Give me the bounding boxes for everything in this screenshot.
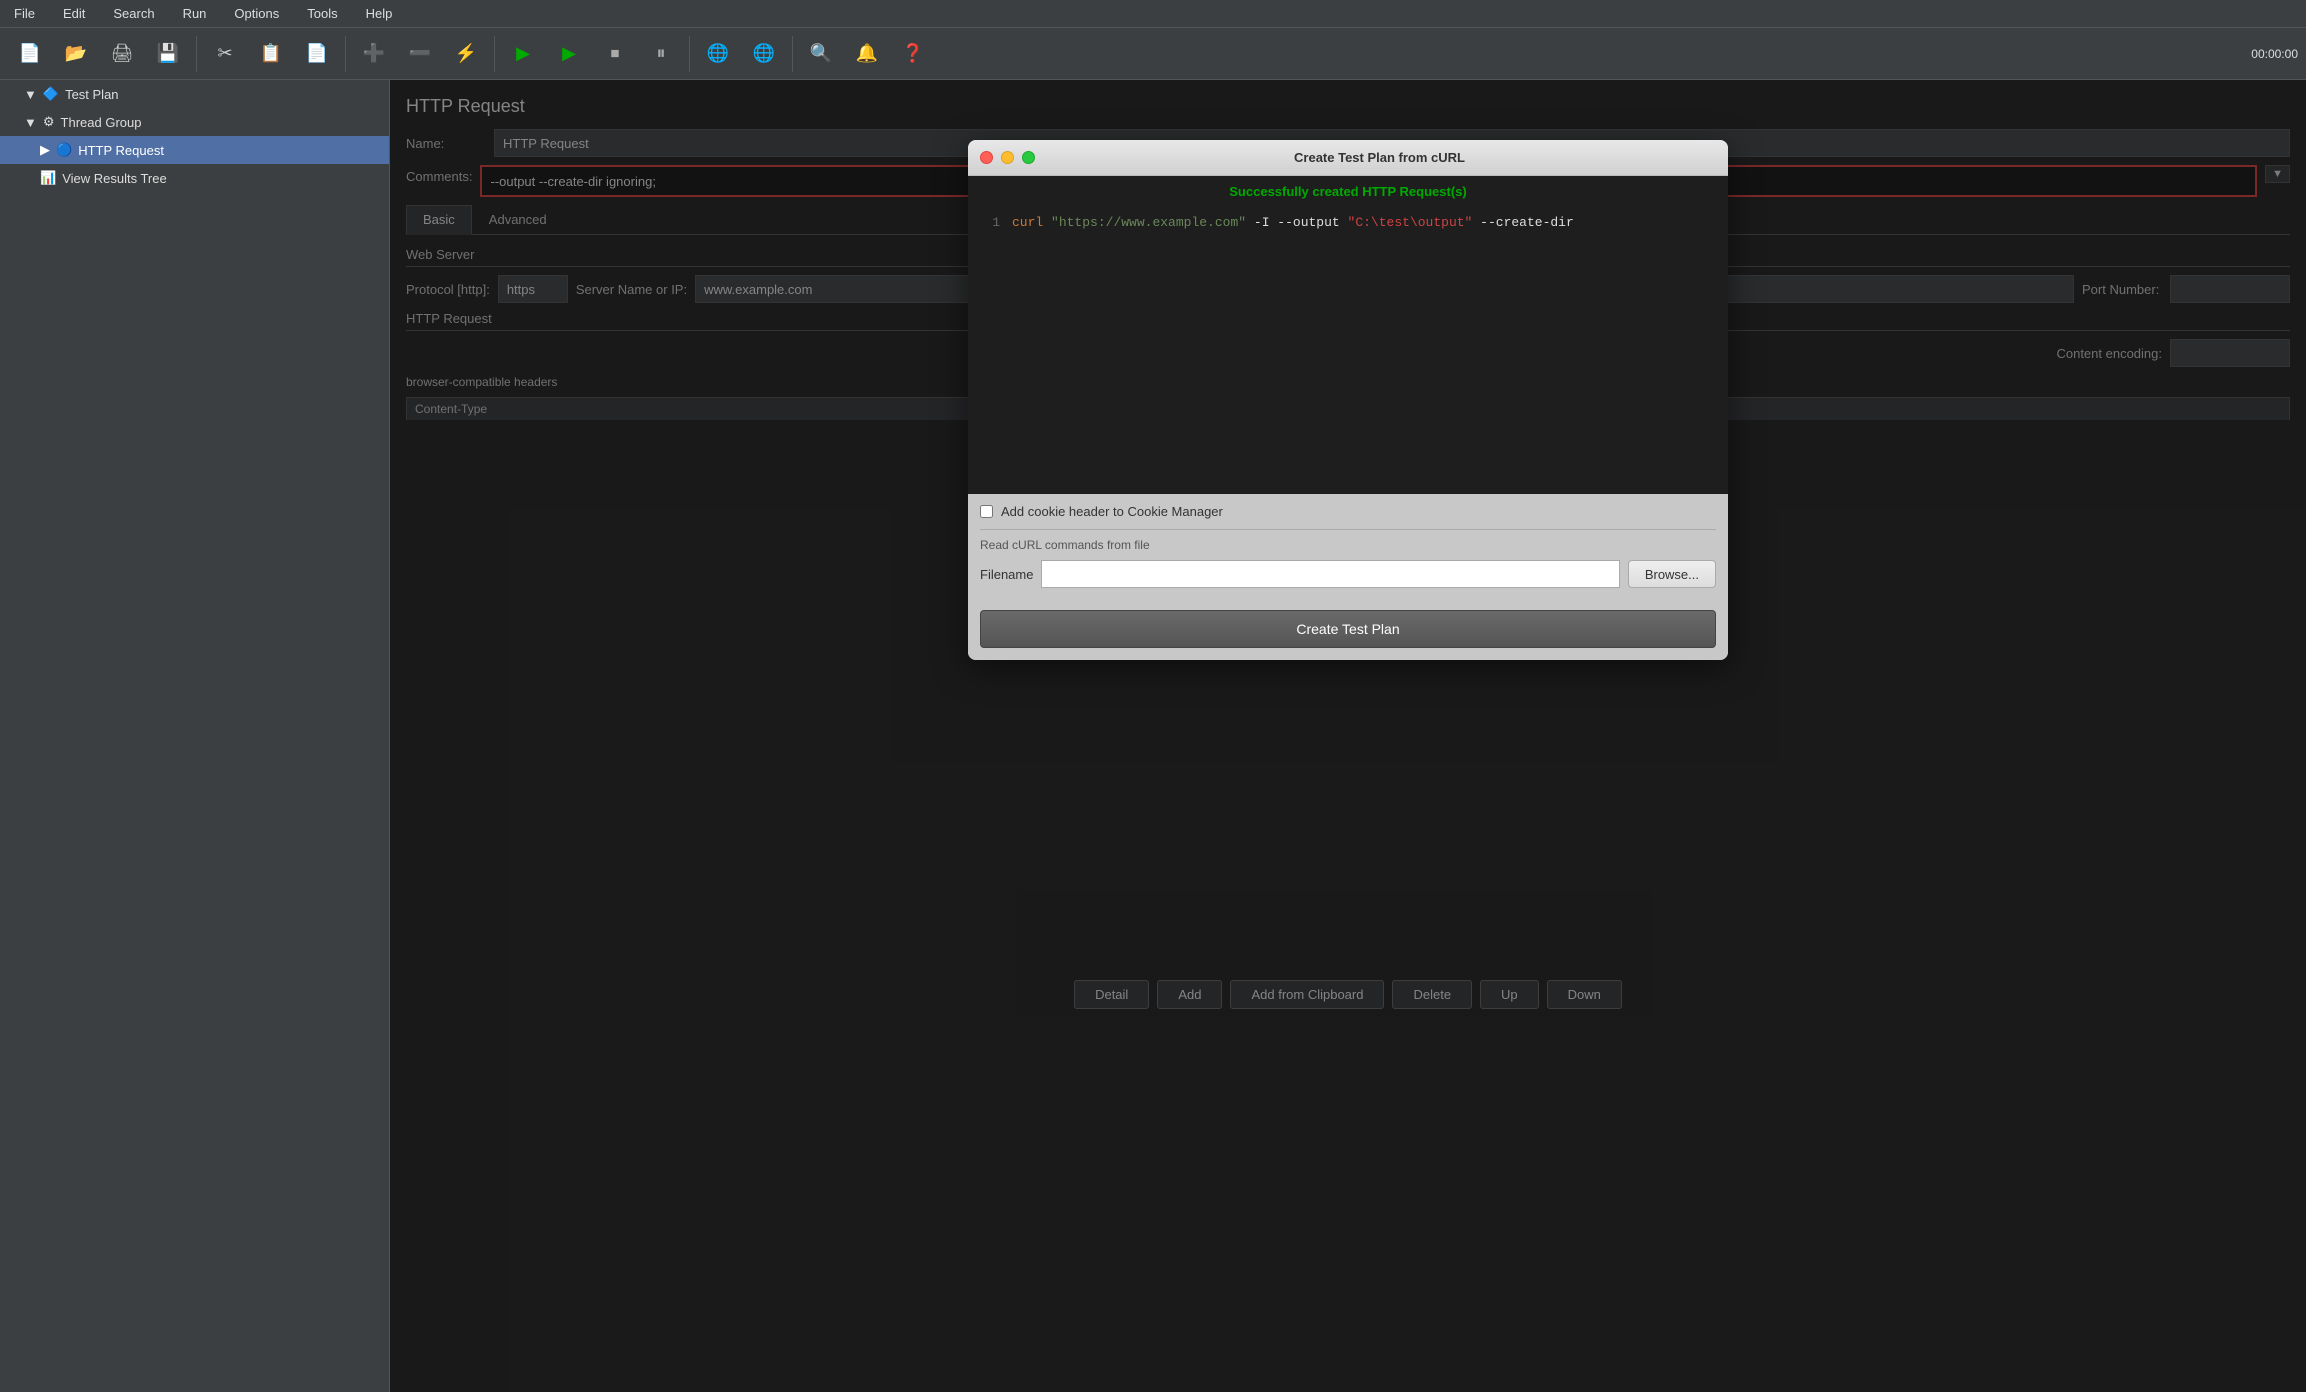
toolbar-time: 00:00:00 [2251,47,2298,61]
code-string: "C:\test\output" [1348,215,1473,230]
sidebar-item-httprequest[interactable]: ▶ 🔵 HTTP Request [0,136,389,164]
toolbar-clear[interactable]: 🔔 [845,32,889,76]
toolbar: 📄 📂 🖨 💾 ✂ 📋 📄 ➕ ➖ ⚡ ▶ ▶ ⏹ ⏸ 🌐 🌐 🔍 🔔 ❓ 00… [0,28,2306,80]
file-section: Read cURL commands from file Filename Br… [968,529,1728,598]
toolbar-new[interactable]: 📄 [8,32,52,76]
code-curl-keyword: curl [1012,215,1043,230]
file-section-label: Read cURL commands from file [980,529,1716,552]
code-content: curl "https://www.example.com" -I --outp… [1012,215,1716,486]
line-numbers: 1 [980,215,1000,486]
code-url: "https://www.example.com" [1051,215,1246,230]
code-flags: -I --output [1254,215,1340,230]
toolbar-toggle[interactable]: ⚡ [444,32,488,76]
sidebar-item-httprequest-label: HTTP Request [78,143,164,158]
dialog-titlebar: Create Test Plan from cURL [968,140,1728,176]
menu-options[interactable]: Options [228,4,285,23]
dialog-overlay: Create Test Plan from cURL Successfully … [390,80,2306,1392]
file-row: Filename Browse... [980,560,1716,588]
sidebar-item-viewresults-label: View Results Tree [62,171,167,186]
cookie-label: Add cookie header to Cookie Manager [1001,504,1223,519]
menu-tools[interactable]: Tools [301,4,343,23]
menu-edit[interactable]: Edit [57,4,91,23]
dialog-code-area[interactable]: 1 curl "https://www.example.com" -I --ou… [968,207,1728,494]
sidebar-item-viewresults[interactable]: 📊 View Results Tree [0,164,389,192]
cookie-row: Add cookie header to Cookie Manager [968,494,1728,529]
main-layout: ▼ 🔷 Test Plan ▼ ⚙ Thread Group ▶ 🔵 HTTP … [0,80,2306,1392]
create-btn-row: Create Test Plan [968,598,1728,660]
sidebar-item-threadgroup[interactable]: ▼ ⚙ Thread Group [0,108,389,136]
toolbar-cut[interactable]: ✂ [203,32,247,76]
dialog-body: Successfully created HTTP Request(s) 1 c… [968,176,1728,660]
toolbar-paste[interactable]: 📄 [295,32,339,76]
sidebar-item-testplan-label: Test Plan [65,87,118,102]
menu-file[interactable]: File [8,4,41,23]
cookie-checkbox[interactable] [980,505,993,518]
line-number-1: 1 [980,215,1000,230]
toolbar-open[interactable]: 📂 [54,32,98,76]
sidebar-item-testplan[interactable]: ▼ 🔷 Test Plan [0,80,389,108]
threadgroup-icon: ⚙ [43,114,55,130]
dialog-close-button[interactable] [980,151,993,164]
toolbar-start-no-pauses[interactable]: ▶ [547,32,591,76]
toolbar-shutdown[interactable]: ⏸ [639,32,683,76]
toolbar-sep5 [792,36,793,72]
toolbar-add[interactable]: ➕ [352,32,396,76]
filename-input[interactable] [1041,560,1619,588]
httprequest-play-icon: ▶ [40,142,50,158]
menu-bar: File Edit Search Run Options Tools Help [0,0,2306,28]
testplan-arrow-icon: ▼ [24,87,37,102]
testplan-icon: 🔷 [43,86,59,102]
toolbar-stop[interactable]: ⏹ [593,32,637,76]
curl-dialog: Create Test Plan from cURL Successfully … [968,140,1728,660]
toolbar-remote[interactable]: 🌐 [696,32,740,76]
menu-help[interactable]: Help [360,4,399,23]
httprequest-icon: 🔵 [56,142,72,158]
sidebar: ▼ 🔷 Test Plan ▼ ⚙ Thread Group ▶ 🔵 HTTP … [0,80,390,1392]
toolbar-sep3 [494,36,495,72]
menu-search[interactable]: Search [107,4,160,23]
threadgroup-arrow-icon: ▼ [24,115,37,130]
viewresults-icon: 📊 [40,170,56,186]
browse-button[interactable]: Browse... [1628,560,1716,588]
dialog-title: Create Test Plan from cURL [1043,150,1716,165]
toolbar-help[interactable]: ❓ [891,32,935,76]
toolbar-save[interactable]: 💾 [146,32,190,76]
toolbar-sep2 [345,36,346,72]
menu-run[interactable]: Run [177,4,213,23]
dialog-minimize-button[interactable] [1001,151,1014,164]
dialog-success-message: Successfully created HTTP Request(s) [968,176,1728,207]
toolbar-print[interactable]: 🖨 [100,32,144,76]
create-test-plan-button[interactable]: Create Test Plan [980,610,1716,648]
dialog-maximize-button[interactable] [1022,151,1035,164]
sidebar-item-threadgroup-label: Thread Group [61,115,142,130]
toolbar-remote2[interactable]: 🌐 [742,32,786,76]
toolbar-sep1 [196,36,197,72]
filename-label: Filename [980,567,1033,582]
toolbar-search[interactable]: 🔍 [799,32,843,76]
code-rest: --create-dir [1480,215,1574,230]
content-area: HTTP Request Name: Comments: ▼ Basic Adv… [390,80,2306,1392]
toolbar-sep4 [689,36,690,72]
toolbar-remove[interactable]: ➖ [398,32,442,76]
toolbar-start[interactable]: ▶ [501,32,545,76]
toolbar-copy[interactable]: 📋 [249,32,293,76]
